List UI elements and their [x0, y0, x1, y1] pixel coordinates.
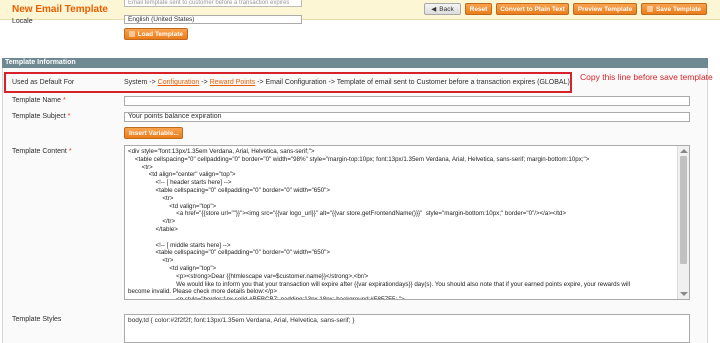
- scroll-up-icon[interactable]: [680, 149, 688, 153]
- content-scrollbar[interactable]: [677, 146, 689, 299]
- section-header: Template Information: [2, 58, 708, 68]
- template-subject-label: Template Subject *: [12, 113, 71, 120]
- convert-plain-text-button[interactable]: Convert to Plain Text: [496, 3, 569, 15]
- page-header: New Email Template Email template sent t…: [0, 0, 720, 20]
- annotation-note: Copy this line before save template: [580, 72, 713, 82]
- template-subject-input[interactable]: Your points balance expiration: [124, 112, 690, 122]
- locale-label: Locale: [12, 18, 33, 25]
- template-styles-label: Template Styles: [12, 316, 62, 323]
- template-content-label: Template Content *: [12, 148, 72, 155]
- configuration-link[interactable]: Configuration: [158, 79, 200, 86]
- template-styles-textarea[interactable]: body,td { color:#2f2f2f; font:13px/1.35e…: [124, 314, 690, 343]
- page-title: New Email Template: [12, 4, 108, 15]
- insert-variable-button[interactable]: Insert Variable...: [124, 127, 183, 139]
- scroll-down-icon[interactable]: [680, 292, 688, 296]
- template-name-label: Template Name *: [12, 97, 66, 104]
- scroll-thumb[interactable]: [680, 156, 687, 264]
- default-for-path: System -> Configuration -> Reward Points…: [124, 79, 570, 86]
- reset-button[interactable]: Reset: [465, 3, 492, 15]
- save-icon: [646, 6, 653, 12]
- locale-select[interactable]: English (United States): [124, 15, 302, 24]
- reward-points-link[interactable]: Reward Points: [210, 79, 256, 86]
- template-content-textarea[interactable]: <div style="font:13px/1.35em Verdana, Ar…: [124, 145, 690, 300]
- preview-template-button[interactable]: Preview Template: [573, 3, 637, 15]
- load-template-button[interactable]: Load Template: [124, 28, 188, 40]
- back-button[interactable]: ◀ Back: [424, 3, 461, 15]
- template-content-code: <div style="font:13px/1.35em Verdana, Ar…: [128, 148, 631, 300]
- check-icon: [129, 31, 135, 37]
- template-select[interactable]: Email template sent to customer before a…: [124, 0, 302, 7]
- save-template-button[interactable]: Save Template: [641, 3, 707, 15]
- template-name-input[interactable]: [124, 96, 690, 106]
- default-for-label: Used as Default For: [12, 79, 75, 86]
- back-arrow-icon: ◀: [431, 6, 437, 13]
